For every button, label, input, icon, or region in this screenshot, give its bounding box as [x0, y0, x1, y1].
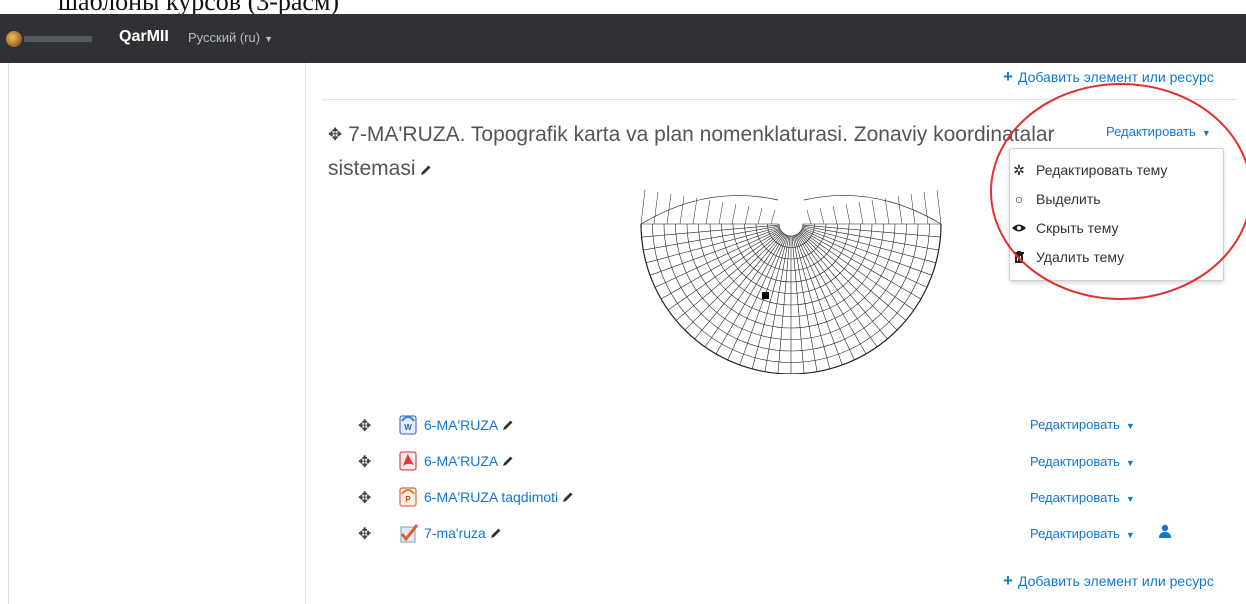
add-activity-label: Добавить элемент или ресурс [1017, 573, 1214, 589]
site-logo[interactable] [6, 31, 92, 47]
user-icon[interactable] [1159, 524, 1171, 538]
activity-link[interactable]: 6-MA'RUZA [424, 417, 514, 433]
activity-edit-label: Редактировать [1030, 526, 1120, 541]
activity-edit-menu[interactable]: Редактировать ▼ [1030, 454, 1135, 469]
plus-icon: + [1003, 571, 1013, 590]
caret-down-icon: ▼ [1125, 494, 1135, 504]
plus-icon: + [1003, 67, 1013, 86]
gear-icon: ✲ [1013, 162, 1025, 178]
activity-link[interactable]: 6-MA'RUZA [424, 453, 514, 469]
dropdown-item-label: Скрыть тему [1036, 220, 1119, 236]
document-fragment: шаблоны курсов (3-расм) [0, 0, 1246, 14]
activity-link[interactable]: 6-MA'RUZA taqdimoti [424, 489, 574, 505]
pencil-icon[interactable] [562, 491, 574, 503]
activity-edit-menu[interactable]: Редактировать ▼ [1030, 417, 1135, 432]
activity-name: 6-MA'RUZA [424, 453, 499, 469]
dropdown-item-label: Удалить тему [1036, 249, 1125, 265]
language-menu[interactable]: Русский (ru) ▼ [188, 30, 273, 45]
activity-name: 6-MA'RUZA taqdimoti [424, 489, 559, 505]
dropdown-item-edit-topic[interactable]: ✲ Редактировать тему [1013, 162, 1168, 178]
left-column [8, 63, 306, 604]
add-activity-link-top[interactable]: + Добавить элемент или ресурс [1003, 67, 1214, 87]
caret-down-icon: ▼ [1125, 421, 1135, 431]
dropdown-item-label: Редактировать тему [1036, 162, 1168, 178]
move-icon[interactable]: ✥ [358, 524, 371, 544]
move-icon[interactable]: ✥ [358, 452, 371, 472]
section-edit-dropdown: ✲ Редактировать тему ○ Выделить Скрыть тем… [1009, 148, 1224, 281]
activity-name: 6-MA'RUZA [424, 417, 499, 433]
caret-down-icon: ▼ [1125, 530, 1135, 540]
svg-text:P: P [405, 495, 411, 504]
logo-emblem-icon [6, 31, 22, 47]
pencil-icon[interactable] [502, 419, 514, 431]
dropdown-item-hide-topic[interactable]: Скрыть тему [1012, 220, 1119, 236]
move-icon[interactable]: ✥ [358, 416, 371, 436]
move-icon[interactable]: ✥ [328, 118, 342, 152]
activity-edit-menu[interactable]: Редактировать ▼ [1030, 526, 1135, 541]
pdf-icon [399, 451, 417, 471]
dropdown-item-delete-topic[interactable]: Удалить тему [1014, 249, 1125, 265]
section-header: ✥ 7-MA'RUZA. Topografik karta va plan nom… [328, 118, 1088, 186]
top-navbar: QarMII Русский (ru) ▼ [0, 14, 1246, 63]
dropdown-item-label: Выделить [1036, 191, 1101, 207]
language-label: Русский (ru) [188, 30, 261, 45]
move-icon[interactable]: ✥ [358, 488, 371, 508]
add-activity-label: Добавить элемент или ресурс [1017, 69, 1214, 85]
word-doc-icon: W [399, 415, 417, 435]
activity-edit-menu[interactable]: Редактировать ▼ [1030, 490, 1135, 505]
section-edit-label: Редактировать [1106, 124, 1196, 139]
site-brand[interactable]: QarMII [119, 28, 169, 46]
powerpoint-icon: P [399, 487, 417, 507]
pencil-icon[interactable] [490, 527, 502, 539]
activity-edit-label: Редактировать [1030, 454, 1120, 469]
circle-icon: ○ [1014, 191, 1024, 207]
section-edit-menu[interactable]: Редактировать ▼ [1106, 124, 1211, 139]
assignment-check-icon [400, 524, 418, 543]
caret-down-icon: ▼ [1201, 128, 1211, 138]
activity-name: 7-ma'ruza [424, 525, 486, 541]
eye-icon [1011, 220, 1027, 236]
caret-down-icon: ▼ [264, 34, 273, 44]
trash-icon [1011, 249, 1027, 265]
section-title: 7-MA'RUZA. Topografik karta va plan nome… [328, 123, 1055, 180]
logo-text-bar [24, 36, 92, 42]
activity-edit-label: Редактировать [1030, 417, 1120, 432]
document-fragment-text: шаблоны курсов (3-расм) [58, 0, 339, 14]
add-activity-link-bottom[interactable]: + Добавить элемент или ресурс [1003, 571, 1214, 591]
pencil-icon[interactable] [502, 455, 514, 467]
dropdown-item-highlight[interactable]: ○ Выделить [1015, 191, 1101, 207]
pencil-icon[interactable] [420, 164, 432, 176]
activity-link[interactable]: 7-ma'ruza [424, 525, 502, 541]
svg-text:W: W [404, 423, 412, 432]
section-divider [322, 99, 1237, 100]
topographic-nomogram-image [640, 189, 942, 374]
caret-down-icon: ▼ [1125, 458, 1135, 468]
activity-edit-label: Редактировать [1030, 490, 1120, 505]
